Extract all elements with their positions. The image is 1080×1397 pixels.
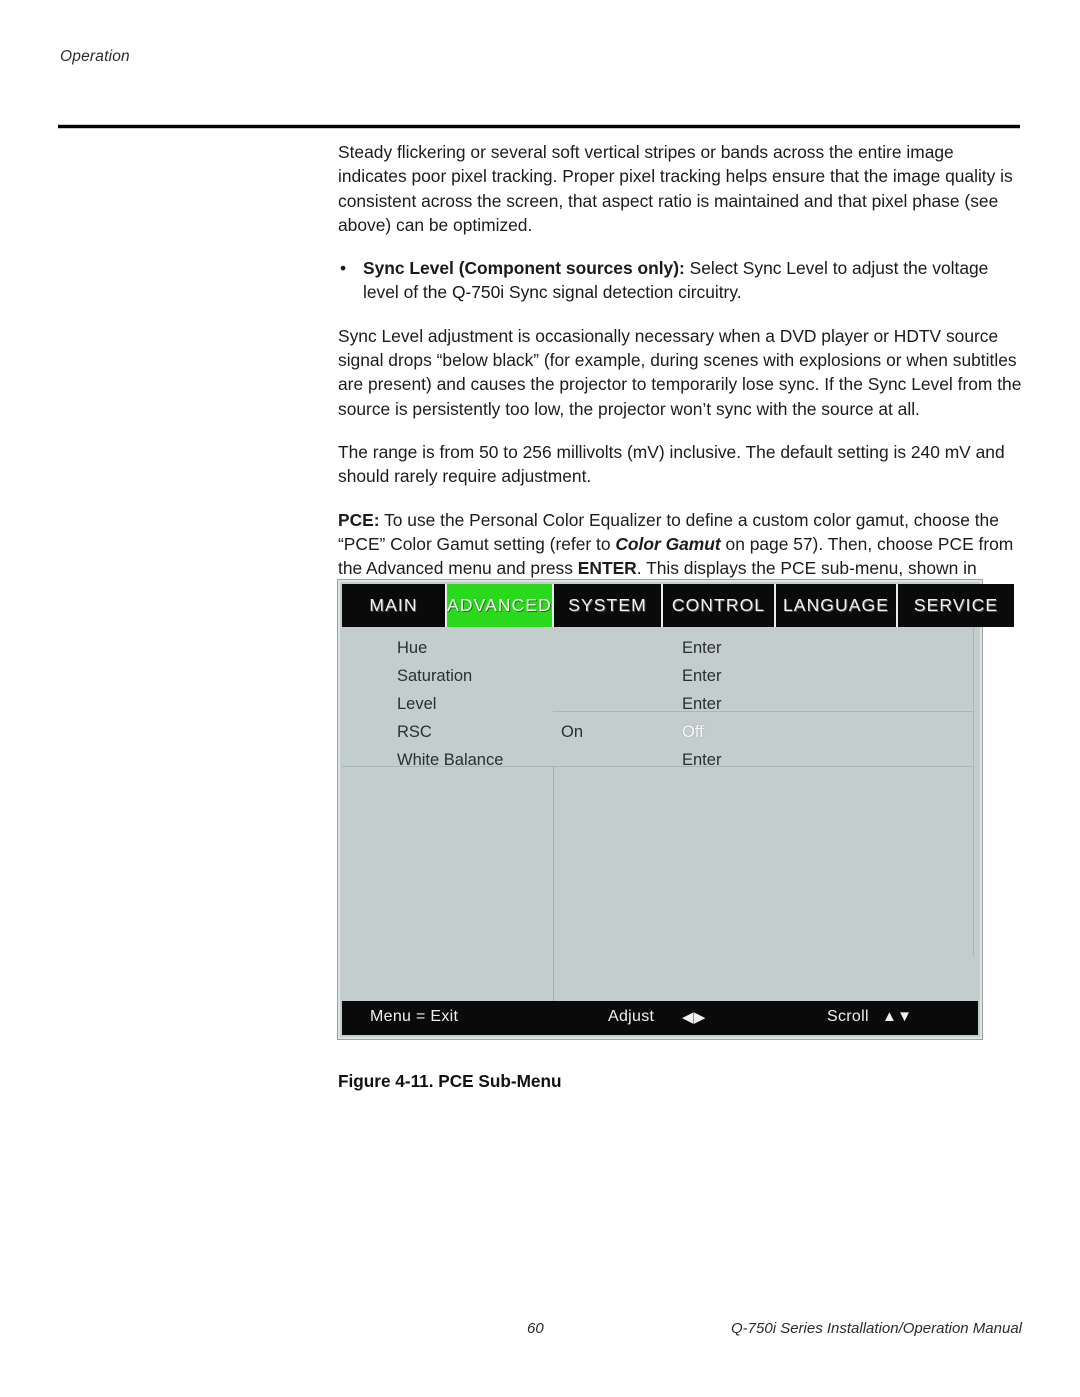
osd-status-bar: Menu = Exit Adjust ◀▶ Scroll ▲▼ xyxy=(342,1001,978,1035)
tab-advanced[interactable]: ADVANCED xyxy=(447,584,554,627)
menu-row-label: White Balance xyxy=(397,751,504,769)
status-scroll-label: Scroll xyxy=(827,1008,869,1025)
header-rule xyxy=(58,124,1020,129)
menu-row-label: Hue xyxy=(397,639,428,657)
paragraph-sync-level-detail: Sync Level adjustment is occasionally ne… xyxy=(338,325,1022,419)
menu-row-label: Saturation xyxy=(397,667,473,685)
menu-row-value-on[interactable]: On xyxy=(561,723,583,742)
status-menu-exit: Menu = Exit xyxy=(370,1008,459,1025)
menu-row-rsc[interactable]: RSC On Off xyxy=(342,723,978,751)
bullet-icon: • xyxy=(340,258,347,279)
running-head: Operation xyxy=(60,48,130,65)
body-text-column: Steady flickering or several soft vertic… xyxy=(338,140,1026,605)
tab-language[interactable]: LANGUAGE xyxy=(776,584,898,627)
adjust-arrows-icon: ◀▶ xyxy=(682,1009,706,1026)
menu-row-white-balance[interactable]: White Balance Enter xyxy=(342,751,978,779)
sync-level-term: Sync Level (Component sources only): xyxy=(363,258,685,279)
color-gamut-reference: Color Gamut xyxy=(615,533,721,554)
figure-caption: Figure 4-11. PCE Sub-Menu xyxy=(338,1071,562,1091)
menu-row-saturation[interactable]: Saturation Enter xyxy=(342,667,978,695)
bullet-item-sync-level: • Sync Level (Component sources only): S… xyxy=(338,256,1026,305)
scroll-arrows-icon: ▲▼ xyxy=(882,1008,913,1025)
enter-key-label: ENTER xyxy=(577,558,637,579)
pce-submenu-screenshot: MAIN ADVANCED SYSTEM CONTROL LANGUAGE SE… xyxy=(337,579,1014,1040)
paragraph-pixel-tracking: Steady flickering or several soft vertic… xyxy=(338,142,1013,235)
menu-row-label: RSC xyxy=(397,723,432,741)
menu-row-level[interactable]: Level Enter xyxy=(342,695,978,723)
osd-tab-bar: MAIN ADVANCED SYSTEM CONTROL LANGUAGE SE… xyxy=(342,584,1014,627)
menu-row-hue[interactable]: Hue Enter xyxy=(342,639,978,667)
menu-row-value-2[interactable]: Enter xyxy=(682,667,721,686)
osd-menu-body: Hue Enter Saturation Enter Level Enter R… xyxy=(342,627,978,1001)
osd-inner-panel: MAIN ADVANCED SYSTEM CONTROL LANGUAGE SE… xyxy=(342,584,1014,1035)
tab-service[interactable]: SERVICE xyxy=(898,584,1014,627)
tab-system[interactable]: SYSTEM xyxy=(554,584,663,627)
menu-row-value-2[interactable]: Enter xyxy=(682,695,721,714)
menu-row-value-off-selected[interactable]: Off xyxy=(682,723,704,742)
osd-frame: MAIN ADVANCED SYSTEM CONTROL LANGUAGE SE… xyxy=(337,579,1014,1040)
column-divider xyxy=(553,767,554,1001)
menu-row-value-2[interactable]: Enter xyxy=(682,751,721,770)
footer-page-number: 60 xyxy=(527,1320,544,1337)
menu-row-value-2[interactable]: Enter xyxy=(682,639,721,658)
tab-control[interactable]: CONTROL xyxy=(663,584,776,627)
tab-main[interactable]: MAIN xyxy=(342,584,447,627)
footer-manual-title: Q-750i Series Installation/Operation Man… xyxy=(731,1320,1022,1337)
pce-term: PCE: xyxy=(338,509,380,530)
paragraph-sync-level-range: The range is from 50 to 256 millivolts (… xyxy=(338,441,1005,487)
menu-row-label: Level xyxy=(397,695,437,713)
status-adjust-label: Adjust xyxy=(608,1008,655,1025)
